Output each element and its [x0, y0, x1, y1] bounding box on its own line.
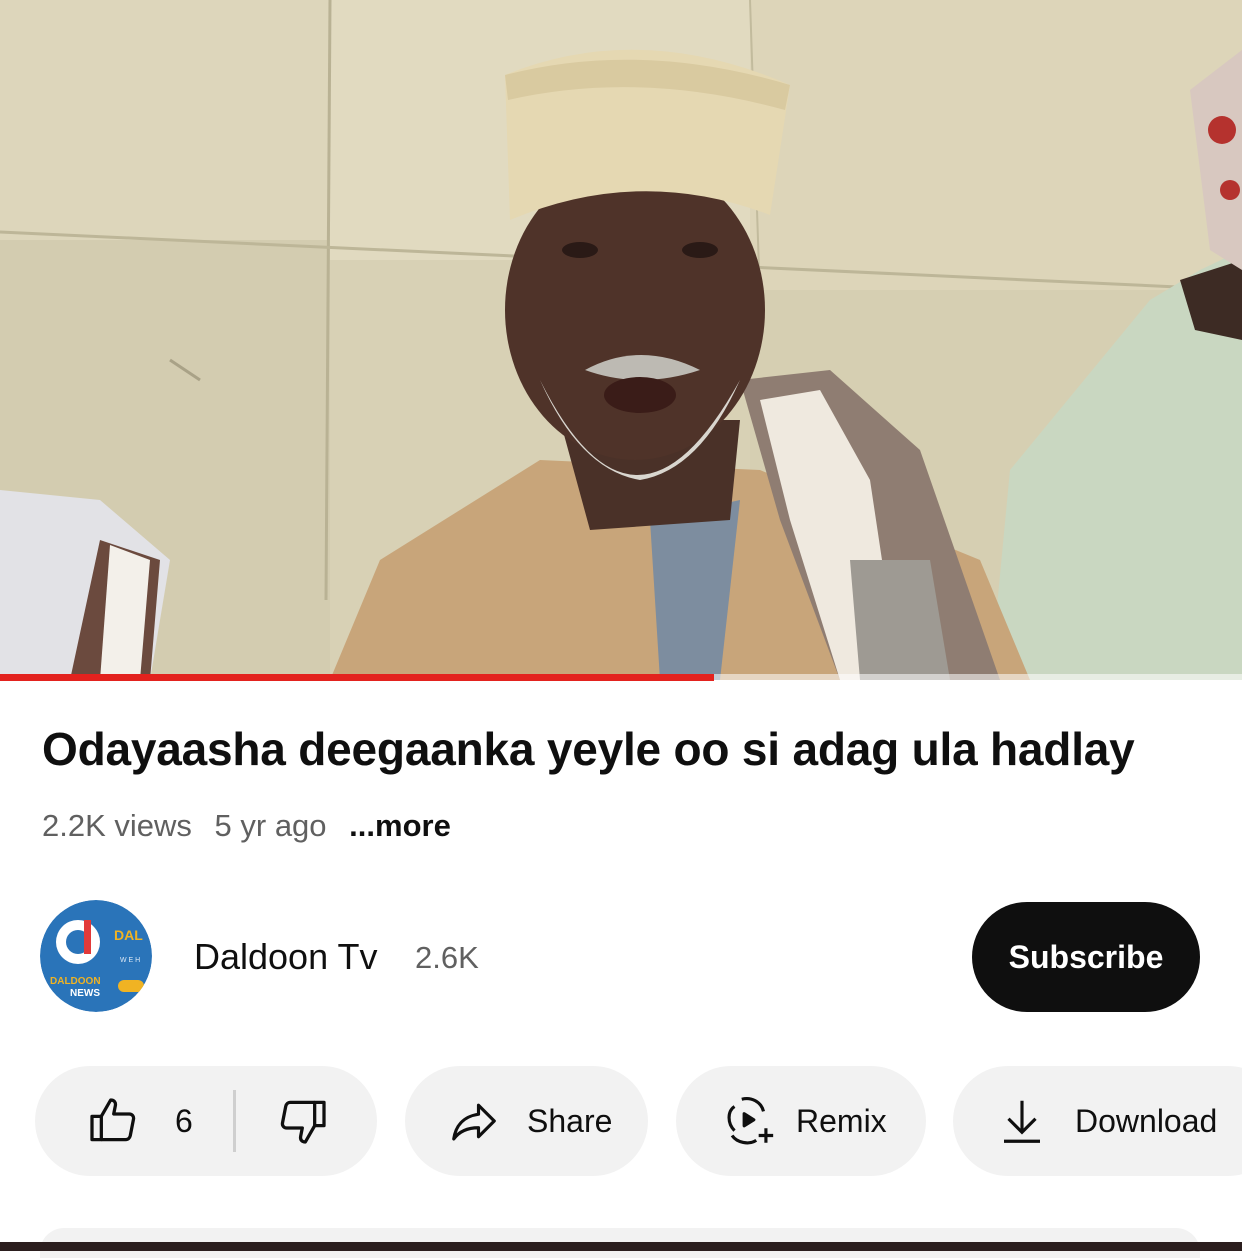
dislike-button[interactable]: [275, 1066, 345, 1176]
thumbs-up-icon: [90, 1098, 136, 1142]
subscribe-button[interactable]: Subscribe: [972, 902, 1200, 1012]
download-button[interactable]: Download: [953, 1066, 1242, 1176]
share-arrow-icon: [452, 1103, 496, 1141]
share-label: Share: [527, 1102, 613, 1139]
thumbs-down-icon: [280, 1100, 326, 1144]
like-count: 6: [175, 1102, 193, 1139]
subscriber-count: 2.6K: [415, 940, 479, 975]
svg-text:DAL: DAL: [114, 927, 143, 943]
bottom-edge: [0, 1242, 1242, 1251]
like-divider: [233, 1090, 236, 1152]
like-button[interactable]: 6: [85, 1066, 225, 1176]
svg-text:NEWS: NEWS: [70, 988, 100, 999]
remix-icon: [727, 1097, 774, 1145]
download-label: Download: [1075, 1102, 1218, 1139]
download-icon: [1004, 1100, 1040, 1143]
channel-name[interactable]: Daldoon Tv: [194, 936, 377, 978]
action-bar: 6 Share Remix Download: [0, 1066, 1242, 1176]
svg-text:DALDOON: DALDOON: [50, 976, 101, 987]
video-player[interactable]: [0, 0, 1242, 680]
video-progress-fill: [0, 674, 715, 681]
more-description-link[interactable]: ...more: [349, 808, 451, 843]
daldoon-logo-icon: DAL W E H DALDOON NEWS: [40, 900, 152, 1012]
svg-text:W E H: W E H: [120, 957, 140, 964]
share-button[interactable]: Share: [405, 1066, 648, 1176]
like-dislike-group: 6: [35, 1066, 377, 1176]
video-progress-bar[interactable]: [0, 674, 1242, 681]
video-meta[interactable]: 2.2K views 5 yr ago ...more: [42, 808, 465, 844]
remix-label: Remix: [796, 1102, 887, 1139]
video-title: Odayaasha deegaanka yeyle oo si adag ula…: [42, 723, 1135, 775]
upload-age: 5 yr ago: [214, 808, 327, 843]
channel-row: DAL W E H DALDOON NEWS Daldoon Tv 2.6K S…: [40, 900, 1202, 1012]
view-count: 2.2K views: [42, 808, 192, 843]
remix-button[interactable]: Remix: [676, 1066, 926, 1176]
video-frame: [0, 0, 1242, 680]
channel-avatar[interactable]: DAL W E H DALDOON NEWS: [40, 900, 152, 1012]
